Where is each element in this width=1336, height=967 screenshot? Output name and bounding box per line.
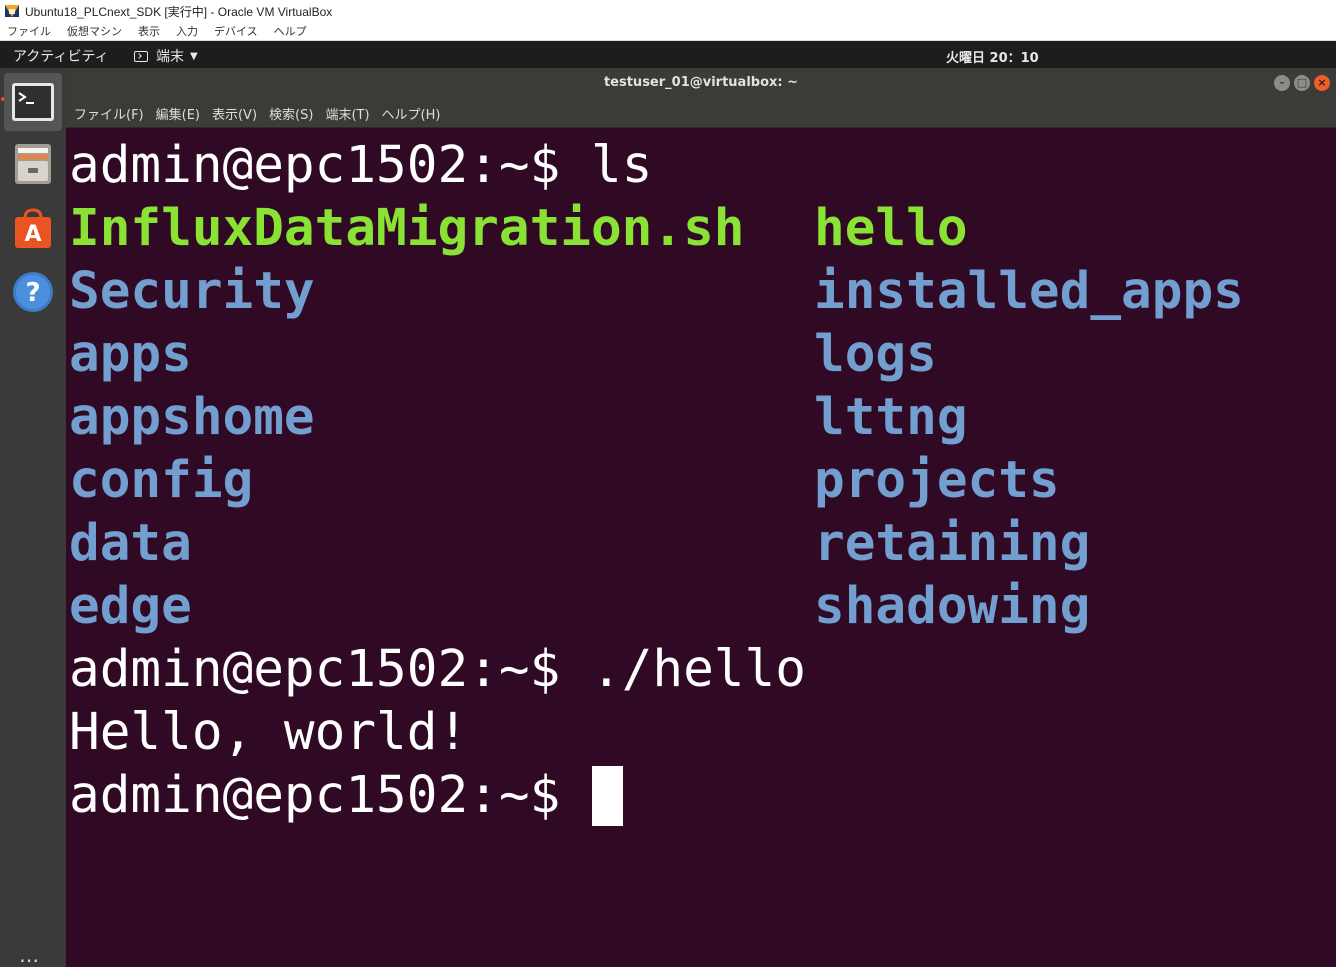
app-menu-button[interactable]: 端末 ▼ [134,46,198,66]
terminal-line: admin@epc1502:~$ ls [69,134,1336,197]
menu-help[interactable]: ヘルプ(H) [382,104,441,123]
ls-row: InfluxDataMigration.sh hello [69,197,1336,260]
ubuntu-dock: A ? ⋯ [0,68,66,967]
terminal-line: Hello, world! [69,701,1336,764]
menu-search[interactable]: 検索(S) [269,104,313,123]
ls-entry-directory: apps [69,325,192,384]
menu-file[interactable]: ファイル(F) [74,104,144,123]
svg-text:?: ? [25,278,40,308]
gnome-top-bar: アクティビティ 端末 ▼ 火曜日 20：10 [0,41,1336,68]
ls-entry-directory: config [69,451,254,510]
close-button[interactable]: × [1314,75,1330,91]
files-icon [15,144,51,184]
software-icon: A [15,208,51,248]
dock-help[interactable]: ? [4,263,62,321]
dock-terminal[interactable] [4,73,62,131]
vbox-window-title: Ubuntu18_PLCnext_SDK [実行中] - Oracle VM V… [25,4,333,19]
ls-entry-directory: retaining [814,514,1091,573]
dock-software[interactable]: A [4,199,62,257]
terminal-title: testuser_01@virtualbox: ~ [603,75,799,90]
ls-entry-directory: appshome [69,388,315,447]
ls-row: Security installed_apps [69,260,1336,323]
show-apps-button[interactable]: ⋯ [19,950,40,967]
minimize-button[interactable]: – [1274,75,1290,91]
svg-text:A: A [24,222,41,247]
ls-row: edge shadowing [69,575,1336,638]
text-cursor [591,766,623,826]
vbox-menu-view[interactable]: 表示 [138,23,160,39]
prompt: admin@epc1502:~$ [69,766,591,825]
help-icon: ? [13,272,53,312]
terminal-line: admin@epc1502:~$ ./hello [69,638,1336,701]
command: ./hello [590,640,806,699]
ls-entry-executable: hello [814,199,968,258]
ls-entry-directory: installed_apps [814,262,1244,321]
menu-edit[interactable]: 編集(E) [156,104,200,123]
clock[interactable]: 火曜日 20：10 [946,47,1039,66]
ls-entry-directory: data [69,514,192,573]
ls-entry-directory: shadowing [814,577,1091,636]
prompt: admin@epc1502:~$ [69,136,591,195]
vbox-menu-bar: ファイル 仮想マシン 表示 入力 デバイス ヘルプ [0,22,1336,41]
program-output: Hello, world! [69,703,469,762]
ls-entry-directory: logs [814,325,937,384]
command: ls [590,136,653,195]
ls-entry-executable: InfluxDataMigration.sh [69,199,745,258]
window-controls: – □ × [1270,75,1330,91]
activities-button[interactable]: アクティビティ [13,46,109,66]
ls-row: apps logs [69,323,1336,386]
ls-entry-directory: edge [69,577,192,636]
vbox-menu-file[interactable]: ファイル [7,23,51,39]
virtualbox-icon [4,3,20,19]
terminal-small-icon [134,50,148,62]
dock-files[interactable] [4,135,62,193]
vbox-menu-devices[interactable]: デバイス [214,23,258,39]
ls-entry-directory: Security [69,262,315,321]
ls-entry-directory: projects [814,451,1060,510]
maximize-button[interactable]: □ [1294,75,1310,91]
terminal-line: admin@epc1502:~$ [69,764,1336,827]
vbox-menu-machine[interactable]: 仮想マシン [67,23,122,39]
menu-terminal[interactable]: 端末(T) [325,104,369,123]
terminal-icon [12,83,54,121]
ls-row: appshome lttng [69,386,1336,449]
app-menu-label: 端末 [156,49,184,65]
ls-row: data retaining [69,512,1336,575]
terminal-output[interactable]: admin@epc1502:~$ ls InfluxDataMigration.s… [66,128,1336,967]
ls-row: config projects [69,449,1336,512]
prompt: admin@epc1502:~$ [69,640,591,699]
vbox-menu-help[interactable]: ヘルプ [274,23,307,39]
menu-view[interactable]: 表示(V) [212,104,257,123]
vbox-title-bar: Ubuntu18_PLCnext_SDK [実行中] - Oracle VM V… [0,0,1336,22]
ls-entry-directory: lttng [814,388,968,447]
terminal-title-bar[interactable]: testuser_01@virtualbox: ~ – □ × [66,68,1336,100]
terminal-menu-bar: ファイル(F) 編集(E) 表示(V) 検索(S) 端末(T) ヘルプ(H) [66,100,1336,128]
chevron-down-icon: ▼ [190,50,198,62]
vbox-menu-input[interactable]: 入力 [176,23,198,39]
terminal-window: testuser_01@virtualbox: ~ – □ × ファイル(F) … [66,68,1336,967]
